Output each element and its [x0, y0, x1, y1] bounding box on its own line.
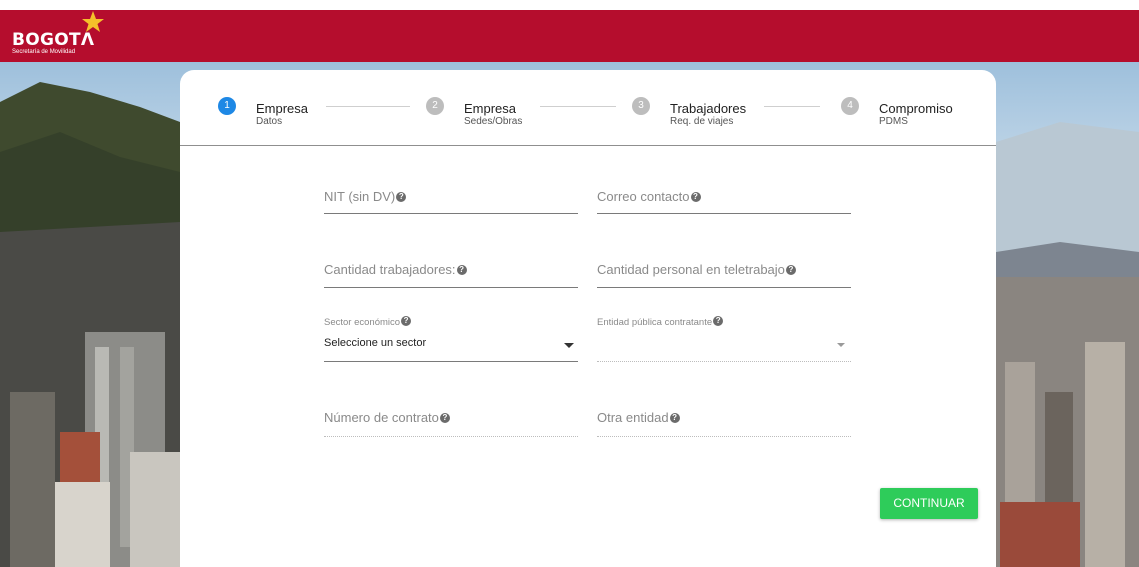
email-label: Correo contacto? [597, 189, 701, 204]
step-subtitle: Req. de viajes [670, 116, 734, 127]
workers-underline [324, 287, 578, 288]
step-number: 1 [218, 97, 236, 115]
registration-card: 1 Empresa Datos 2 Empresa Sedes/Obras 3 … [180, 70, 996, 567]
step-title: Empresa [464, 101, 517, 116]
step-connector [764, 106, 820, 107]
question-circle-icon[interactable]: ? [669, 413, 680, 423]
telework-label: Cantidad personal en teletrabajo? [597, 262, 796, 277]
email-field[interactable]: Correo contacto? [597, 185, 851, 215]
step-subtitle: Sedes/Obras [464, 116, 523, 127]
question-circle-icon[interactable]: ? [785, 265, 796, 275]
other-entity-underline [597, 436, 851, 437]
contract-label: Número de contrato? [324, 410, 450, 425]
question-circle-icon[interactable]: ? [456, 265, 467, 275]
entity-select[interactable]: Entidad pública contratante? [597, 314, 851, 364]
step-number: 2 [426, 97, 444, 115]
caret-down-icon [837, 343, 845, 347]
bogota-logo[interactable]: BOGOTΛ Secretaría de Movilidad [8, 11, 128, 60]
question-circle-icon[interactable]: ? [439, 413, 450, 423]
sector-label: Sector económico? [324, 316, 412, 328]
workers-field[interactable]: Cantidad trabajadores:? [324, 259, 578, 289]
step-subtitle: PDMS [879, 116, 908, 127]
nit-field[interactable]: NIT (sin DV)? [324, 185, 578, 215]
question-circle-icon[interactable]: ? [690, 192, 701, 202]
sector-value: Seleccione un sector [324, 337, 427, 349]
sector-underline [324, 361, 578, 362]
nit-underline [324, 213, 578, 214]
step-subtitle: Datos [256, 116, 283, 127]
step-title: Empresa [256, 101, 309, 116]
step-connector [540, 106, 616, 107]
contract-underline [324, 436, 578, 437]
step-number: 3 [632, 97, 650, 115]
step-connector [326, 106, 410, 107]
telework-underline [597, 287, 851, 288]
nit-label: NIT (sin DV)? [324, 189, 407, 204]
continue-button[interactable]: CONTINUAR [880, 488, 978, 519]
contract-number-field[interactable]: Número de contrato? [324, 410, 578, 440]
app-header: BOGOTΛ Secretaría de Movilidad [0, 10, 1139, 62]
question-circle-icon[interactable]: ? [713, 316, 724, 326]
sector-select[interactable]: Sector económico? Seleccione un sector [324, 314, 578, 364]
step-title: Trabajadores [670, 101, 747, 116]
question-circle-icon[interactable]: ? [396, 192, 407, 202]
step-number: 4 [841, 97, 859, 115]
logo-wordmark: BOGOTΛ [12, 30, 95, 50]
email-underline [597, 213, 851, 214]
caret-down-icon [564, 343, 574, 348]
entity-underline [597, 361, 851, 362]
question-circle-icon[interactable]: ? [401, 316, 412, 326]
workers-label: Cantidad trabajadores:? [324, 262, 467, 277]
other-entity-label: Otra entidad? [597, 410, 680, 425]
logo-subtitle: Secretaría de Movilidad [12, 49, 76, 55]
stepper: 1 Empresa Datos 2 Empresa Sedes/Obras 3 … [180, 70, 996, 146]
telework-field[interactable]: Cantidad personal en teletrabajo? [597, 259, 851, 289]
entity-label: Entidad pública contratante? [597, 316, 724, 328]
other-entity-field[interactable]: Otra entidad? [597, 410, 851, 440]
step-title: Compromiso [879, 101, 953, 116]
